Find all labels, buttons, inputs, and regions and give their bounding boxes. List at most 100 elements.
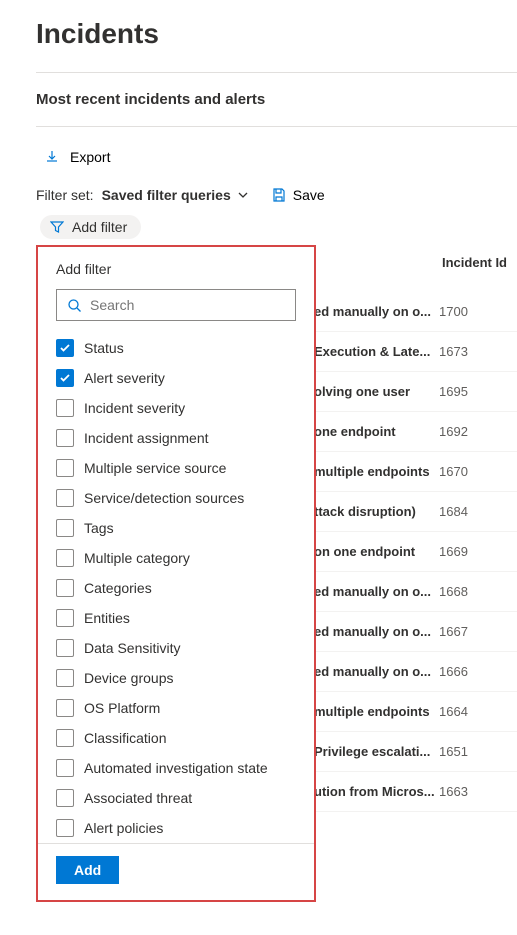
checkbox-icon [56, 369, 74, 387]
filter-option[interactable]: Multiple category [56, 543, 296, 573]
filter-option-label: Service/detection sources [84, 490, 244, 506]
incident-id-cell: 1669 [439, 544, 468, 559]
filterset-dropdown[interactable]: Saved filter queries [102, 187, 249, 203]
incident-name-cell: ed manually on o... [314, 664, 439, 679]
filter-option-label: Multiple service source [84, 460, 226, 476]
filter-options-list: StatusAlert severityIncident severityInc… [38, 329, 314, 844]
filter-option[interactable]: Device groups [56, 663, 296, 693]
filterset-selected: Saved filter queries [102, 187, 231, 203]
checkbox-icon [56, 639, 74, 657]
filter-option[interactable]: Service/detection sources [56, 483, 296, 513]
filter-option[interactable]: Automated investigation state [56, 753, 296, 783]
add-filter-popover: Add filter StatusAlert severityIncident … [36, 245, 316, 902]
toolbar: Export [36, 145, 517, 169]
incidents-table-fragment: Incident Id ed manually on o...1700Execu… [314, 255, 517, 812]
table-row[interactable]: ed manually on o...1667 [314, 612, 517, 652]
filter-option-label: Categories [84, 580, 152, 596]
filter-search-box[interactable] [56, 289, 296, 321]
export-button[interactable]: Export [36, 145, 118, 169]
filter-option[interactable]: Status [56, 333, 296, 363]
incident-id-cell: 1666 [439, 664, 468, 679]
incident-name-cell: ttack disruption) [314, 504, 439, 519]
filter-option[interactable]: Categories [56, 573, 296, 603]
save-button[interactable]: Save [271, 187, 325, 203]
filter-option-label: Entities [84, 610, 130, 626]
table-row[interactable]: ttack disruption)1684 [314, 492, 517, 532]
table-row[interactable]: multiple endpoints1664 [314, 692, 517, 732]
filter-option-label: OS Platform [84, 700, 160, 716]
incident-name-cell: olving one user [314, 384, 439, 399]
incident-name-cell: on one endpoint [314, 544, 439, 559]
incident-id-cell: 1651 [439, 744, 468, 759]
add-filter-chip[interactable]: Add filter [40, 215, 141, 239]
download-icon [44, 149, 60, 165]
checkbox-icon [56, 759, 74, 777]
incident-name-cell: Privilege escalati... [314, 744, 439, 759]
table-row[interactable]: Privilege escalati...1651 [314, 732, 517, 772]
filter-option-label: Automated investigation state [84, 760, 268, 776]
filter-option-label: Multiple category [84, 550, 190, 566]
incident-id-cell: 1664 [439, 704, 468, 719]
incident-name-cell: ed manually on o... [314, 584, 439, 599]
filter-option[interactable]: Tags [56, 513, 296, 543]
filter-option-label: Classification [84, 730, 166, 746]
popover-title: Add filter [38, 261, 314, 277]
filter-search-input[interactable] [90, 297, 295, 313]
filter-option[interactable]: Entities [56, 603, 296, 633]
table-row[interactable]: Execution & Late...1673 [314, 332, 517, 372]
checkbox-icon [56, 489, 74, 507]
divider [36, 72, 517, 73]
checkbox-icon [56, 549, 74, 567]
checkbox-icon [56, 429, 74, 447]
page-title: Incidents [36, 18, 517, 50]
section-subtitle: Most recent incidents and alerts [36, 91, 517, 108]
checkbox-icon [56, 579, 74, 597]
table-row[interactable]: ed manually on o...1666 [314, 652, 517, 692]
filter-option-label: Device groups [84, 670, 174, 686]
incident-name-cell: one endpoint [314, 424, 439, 439]
checkbox-icon [56, 819, 74, 837]
incident-id-cell: 1692 [439, 424, 468, 439]
incident-id-cell: 1684 [439, 504, 468, 519]
table-row[interactable]: ed manually on o...1700 [314, 292, 517, 332]
checkbox-icon [56, 339, 74, 357]
incident-id-cell: 1663 [439, 784, 468, 799]
col-header-incident-id: Incident Id [442, 255, 517, 270]
filter-option-label: Associated threat [84, 790, 192, 806]
filter-option-label: Data Sensitivity [84, 640, 180, 656]
checkbox-icon [56, 519, 74, 537]
add-button[interactable]: Add [56, 856, 119, 884]
incident-name-cell: ution from Micros... [314, 784, 439, 799]
filter-option[interactable]: Incident assignment [56, 423, 296, 453]
checkbox-icon [56, 789, 74, 807]
filter-option[interactable]: OS Platform [56, 693, 296, 723]
chevron-down-icon [237, 189, 249, 201]
filter-option[interactable]: Alert severity [56, 363, 296, 393]
table-row[interactable]: olving one user1695 [314, 372, 517, 412]
table-row[interactable]: ution from Micros...1663 [314, 772, 517, 812]
incident-id-cell: 1695 [439, 384, 468, 399]
filter-option[interactable]: Multiple service source [56, 453, 296, 483]
filter-option[interactable]: Incident severity [56, 393, 296, 423]
filter-option[interactable]: Data Sensitivity [56, 633, 296, 663]
filter-set-row: Filter set: Saved filter queries Save [36, 187, 517, 203]
filter-option[interactable]: Alert policies [56, 813, 296, 843]
incident-id-cell: 1670 [439, 464, 468, 479]
checkbox-icon [56, 609, 74, 627]
checkbox-icon [56, 459, 74, 477]
table-row[interactable]: multiple endpoints1670 [314, 452, 517, 492]
filter-option[interactable]: Associated threat [56, 783, 296, 813]
table-row[interactable]: on one endpoint1669 [314, 532, 517, 572]
incident-id-cell: 1667 [439, 624, 468, 639]
filter-option-label: Tags [84, 520, 114, 536]
table-row[interactable]: one endpoint1692 [314, 412, 517, 452]
filter-icon [50, 220, 64, 234]
incident-name-cell: ed manually on o... [314, 624, 439, 639]
table-row[interactable]: ed manually on o...1668 [314, 572, 517, 612]
filter-option[interactable]: Classification [56, 723, 296, 753]
incident-name-cell: ed manually on o... [314, 304, 439, 319]
incident-name-cell: Execution & Late... [314, 344, 439, 359]
export-label: Export [70, 149, 110, 165]
filter-option-label: Alert policies [84, 820, 163, 836]
incident-id-cell: 1673 [439, 344, 468, 359]
